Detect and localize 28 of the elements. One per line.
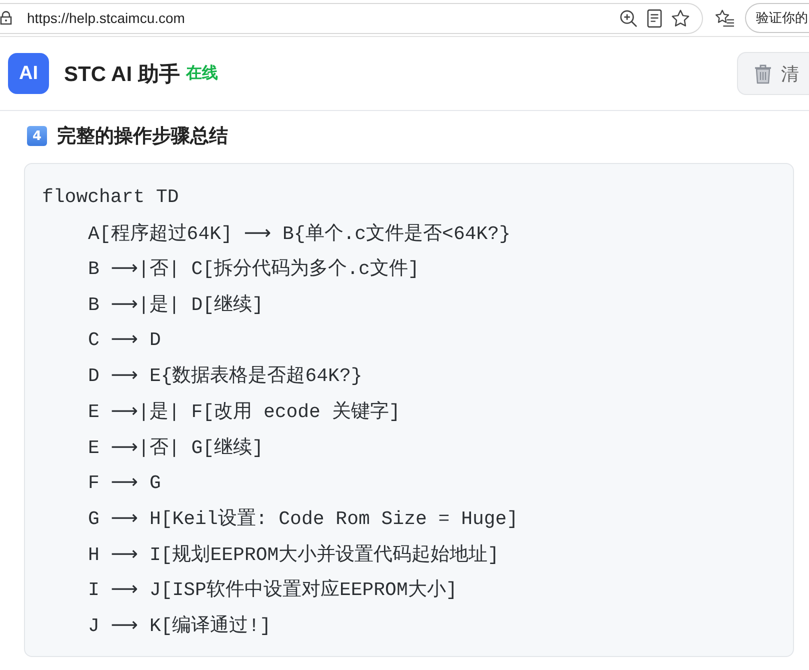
code-line: A[程序超过64K] ⟶ B{单个.c文件是否<64K?}	[88, 222, 510, 246]
url-text: https://help.stcaimcu.com	[27, 10, 185, 26]
code-line: I ⟶ J[ISP软件中设置对应EEPROM大小]	[88, 578, 458, 602]
favorites-icon[interactable]	[715, 9, 735, 27]
keycap-badge: 4	[27, 126, 47, 146]
code-line: B ⟶|是| D[继续]	[88, 292, 264, 317]
code-line: H ⟶ I[规划EEPROM大小并设置代码起始地址]	[88, 542, 500, 567]
code-line: flowchart TD	[42, 186, 179, 208]
code-line: E ⟶|否| G[继续]	[88, 436, 264, 460]
zoom-in-icon[interactable]	[619, 8, 638, 28]
section-heading: 完整的操作步骤总结	[57, 124, 228, 149]
code-line: E ⟶|是| F[改用 ecode 关键字]	[88, 400, 400, 424]
code-line: C ⟶ D	[88, 328, 161, 352]
code-line: J ⟶ K[编译通过!]	[88, 614, 272, 638]
code-line: D ⟶ E{数据表格是否超64K?}	[88, 364, 362, 388]
reader-icon[interactable]	[647, 8, 662, 28]
code-line: B ⟶|否| C[拆分代码为多个.c文件]	[88, 257, 420, 282]
trash-icon	[754, 64, 772, 84]
code-line: G ⟶ H[Keil设置: Code Rom Size = Huge]	[88, 507, 518, 532]
clear-button[interactable]: 清	[737, 52, 809, 95]
address-bar[interactable]: https://help.stcaimcu.com	[0, 2, 703, 34]
profile-button[interactable]: 验证你的	[745, 3, 809, 33]
code-line: F ⟶ G	[88, 470, 161, 494]
star-icon[interactable]	[671, 8, 690, 28]
app-title: STC AI 助手	[64, 62, 180, 88]
ai-logo: AI	[8, 53, 49, 94]
online-status: 在线	[186, 63, 218, 84]
lock-icon	[0, 11, 12, 25]
